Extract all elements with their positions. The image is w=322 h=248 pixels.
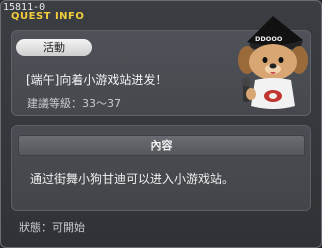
quest-status: 狀態：可開始 — [19, 219, 85, 235]
quest-status-value: 可開始 — [52, 221, 85, 234]
quest-name: [端午]向着小游戏站进发！ — [26, 73, 168, 87]
window-title: QUEST INFO — [11, 11, 85, 22]
npc-dog-portrait: DDOOO — [238, 16, 308, 109]
content-header: 內容 — [18, 135, 305, 156]
npc-hat-lettering: DDOOO — [255, 35, 283, 43]
quest-content-panel: 內容 通过街舞小狗甘迪可以进入小游戏站。 — [11, 125, 311, 211]
recommended-level-value: 33～37 — [82, 97, 121, 110]
quest-status-label: 狀態： — [19, 221, 52, 234]
quest-description: 通过街舞小狗甘迪可以进入小游戏站。 — [30, 172, 235, 186]
recommended-level: 建議等級：33～37 — [27, 95, 121, 111]
recommended-level-label: 建議等級： — [27, 97, 82, 110]
quest-info-window: 15811-0 QUEST INFO 活動 [端午]向着小游戏站进发！ 建議等級… — [0, 0, 322, 248]
quest-category-badge: 活動 — [16, 39, 92, 56]
